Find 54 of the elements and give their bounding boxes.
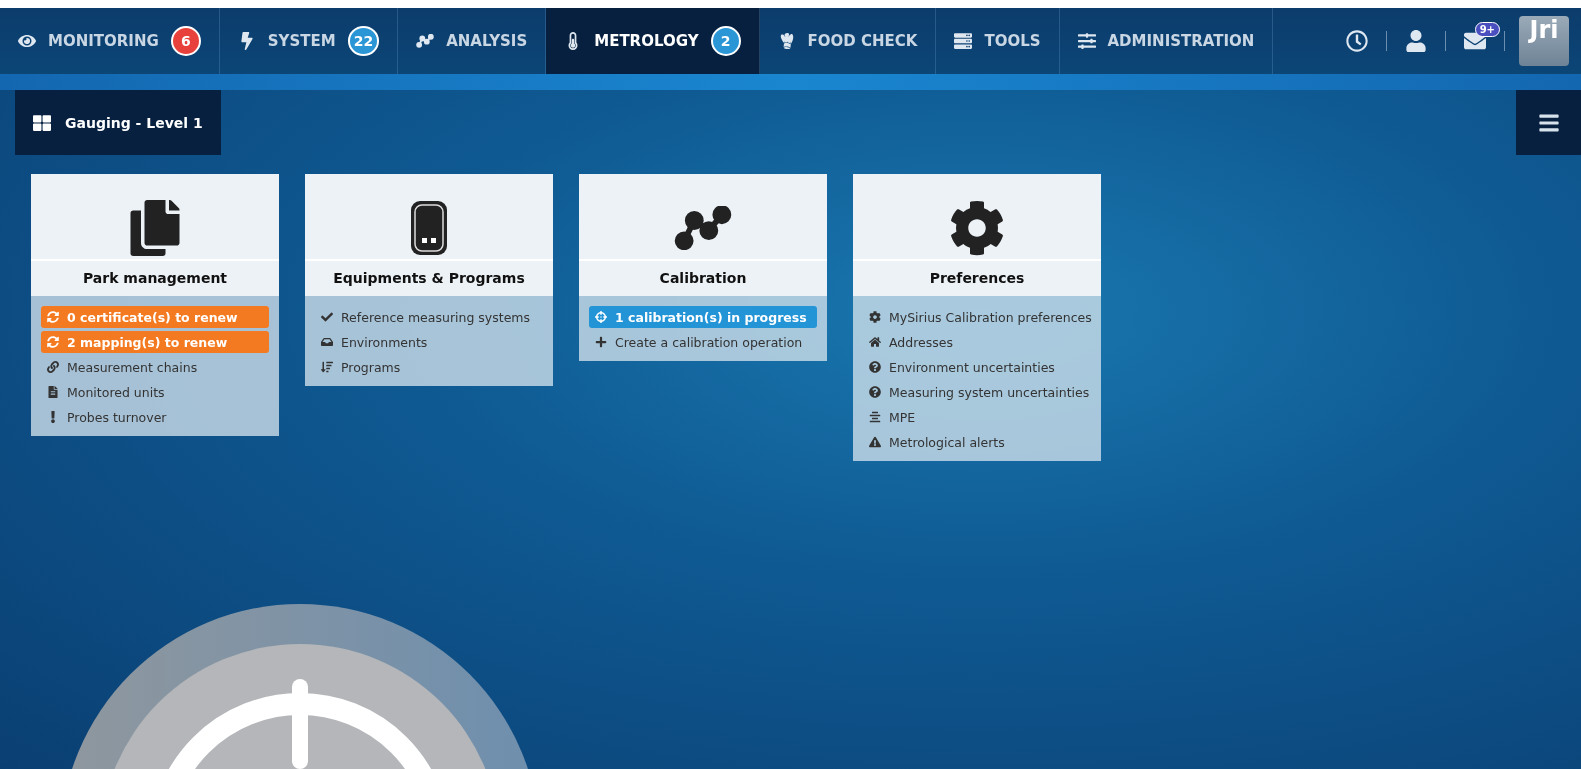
device-icon <box>410 200 448 256</box>
menu-link[interactable]: MySirius Calibration preferences <box>863 306 1091 328</box>
menu-button[interactable] <box>1516 90 1581 155</box>
home-icon <box>869 336 881 348</box>
card-header[interactable]: Park management <box>31 174 279 296</box>
nav-tab[interactable]: METROLOGY 2 <box>546 8 760 74</box>
plus-icon <box>595 336 607 348</box>
count-badge: 6 <box>170 26 201 56</box>
nav-tab-label: METROLOGY <box>594 32 699 50</box>
menu-link[interactable]: Measuring system uncertainties <box>863 381 1091 403</box>
lines-icon <box>869 411 881 423</box>
grid-icon <box>33 113 51 132</box>
line-chart-icon <box>416 34 435 48</box>
warning-icon <box>869 436 881 448</box>
server-icon <box>954 32 973 50</box>
question-icon <box>869 361 881 373</box>
check-icon <box>321 311 333 323</box>
menu-link[interactable]: Create a calibration operation <box>589 331 817 353</box>
page-title-text: Gauging - Level 1 <box>65 114 203 131</box>
menu-link[interactable]: Monitored units <box>41 381 269 403</box>
menu-link[interactable]: Reference measuring systems <box>315 306 543 328</box>
card-header[interactable]: Equipments & Programs <box>305 174 553 296</box>
count-badge: 2 <box>710 26 741 56</box>
refresh-icon <box>47 311 59 323</box>
inbox-icon <box>321 336 333 348</box>
menu-link[interactable]: Programs <box>315 356 543 378</box>
menu-link[interactable]: Measurement chains <box>41 356 269 378</box>
nav-tab-label: ADMINISTRATION <box>1107 32 1255 50</box>
menu-link[interactable]: MPE <box>863 406 1091 428</box>
menu-link[interactable]: Addresses <box>863 331 1091 353</box>
settings-icon <box>869 311 881 323</box>
eye-icon <box>18 32 36 50</box>
sort-icon <box>321 361 333 373</box>
menu-link[interactable]: Environment uncertainties <box>863 356 1091 378</box>
menu-link[interactable]: Environments <box>315 331 543 353</box>
refresh-icon <box>47 336 59 348</box>
link-icon <box>47 361 59 373</box>
nav-tab-label: MONITORING <box>48 32 159 50</box>
question-icon <box>869 386 881 398</box>
menu-link[interactable]: Probes turnover <box>41 406 269 428</box>
count-badge: 22 <box>347 26 380 56</box>
card-header[interactable]: Preferences <box>853 174 1101 296</box>
line-chart-icon <box>674 206 732 250</box>
nav-tab-label: ANALYSIS <box>446 32 528 50</box>
nav-tab-label: FOOD CHECK <box>807 32 918 50</box>
file-icon <box>47 386 59 398</box>
settings-icon <box>949 200 1005 256</box>
nav-tab-label: SYSTEM <box>267 32 336 50</box>
menu-link[interactable]: Metrological alerts <box>863 431 1091 453</box>
nav-tab-label: TOOLS <box>984 32 1041 50</box>
crosshair-icon <box>595 311 607 323</box>
card-header[interactable]: Calibration <box>579 174 827 296</box>
sliders-icon <box>1077 32 1096 50</box>
mail-count-badge: 9+ <box>1474 22 1500 37</box>
